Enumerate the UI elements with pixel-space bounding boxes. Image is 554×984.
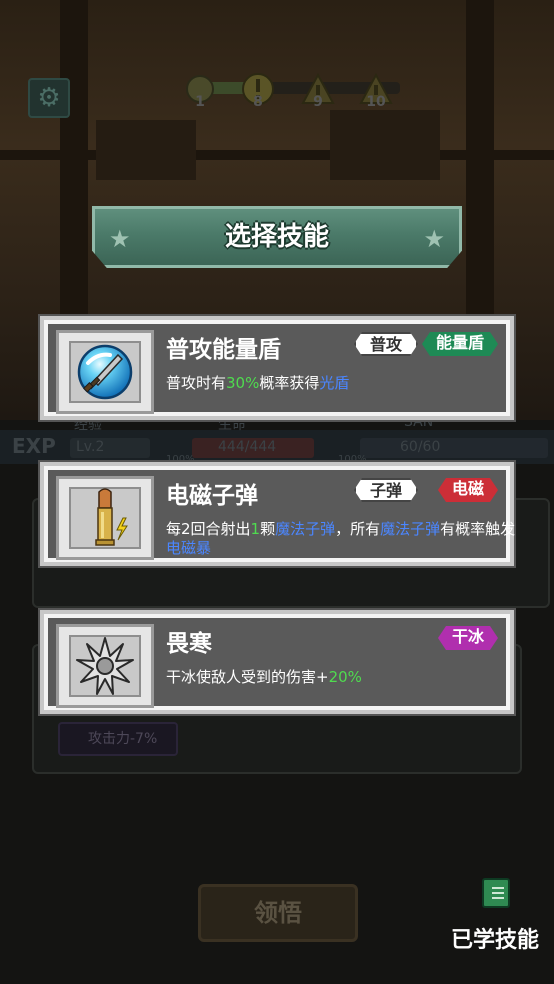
skill-icon-frame: [56, 624, 154, 708]
exp-label: EXP: [12, 434, 56, 458]
skill-card[interactable]: 普攻能量盾 普攻 能量盾 普攻时有30%概率获得光盾: [40, 316, 514, 420]
skill-description: 每2回合射出1颗魔法子弹，所有魔法子弹有概率触发电磁暴: [166, 520, 516, 557]
skill-description: 干冰使敌人受到的伤害+20%: [166, 668, 362, 686]
game-screen: ⚙ 1 8 9 10 EXP Lv.2 444/444 60/60 经验 生命 …: [0, 0, 554, 984]
learned-skills-label: 已学技能: [450, 928, 539, 953]
skill-card[interactable]: 畏寒 干冰 干冰使敌人受到的伤害+20%: [40, 610, 514, 714]
stage-label-9: 9: [313, 94, 323, 110]
comprehend-button[interactable]: 领悟: [198, 884, 358, 942]
energy-shield-sword-icon: [77, 344, 133, 400]
skill-name: 普攻能量盾: [166, 337, 281, 363]
skill-tag: 普攻: [354, 332, 418, 356]
star-icon: ★: [423, 225, 445, 253]
skill-tag: 能量盾: [422, 332, 498, 356]
dialog-title: 选择技能: [224, 222, 329, 252]
hp-text: 444/444: [218, 439, 277, 455]
san-text: 60/60: [400, 439, 441, 455]
skill-tag: 干冰: [438, 626, 498, 650]
gear-icon: ⚙: [37, 83, 61, 113]
skill-name: 畏寒: [166, 631, 212, 657]
stats-bar: EXP Lv.2 444/444 60/60: [0, 430, 554, 464]
skill-name: 电磁子弹: [166, 483, 258, 509]
attack-modifier-tag: 攻击力-7%: [58, 722, 178, 756]
level-text: Lv.2: [76, 439, 105, 455]
attack-modifier-text: 攻击力-7%: [88, 731, 158, 747]
settings-button[interactable]: ⚙: [28, 78, 70, 118]
frost-spike-icon: [76, 637, 134, 695]
dialog-title-banner: ★ 选择技能 ★: [92, 206, 462, 268]
stage-label-10: 10: [366, 94, 386, 110]
skill-card[interactable]: 电磁子弹 子弹 电磁 每2回合射出1颗魔法子弹，所有魔法子弹有概率触发电磁暴: [40, 462, 515, 566]
skill-tag: 电磁: [438, 478, 498, 502]
notebook-icon: [482, 878, 510, 908]
stage-label-1: 1: [195, 94, 205, 110]
stage-label-8: 8: [253, 94, 263, 110]
bullet-icon: [95, 488, 128, 546]
skill-icon-frame: [56, 330, 154, 414]
skill-tag: 子弹: [354, 478, 418, 502]
skill-description: 普攻时有30%概率获得光盾: [166, 374, 350, 392]
skill-icon-frame: [56, 476, 154, 560]
